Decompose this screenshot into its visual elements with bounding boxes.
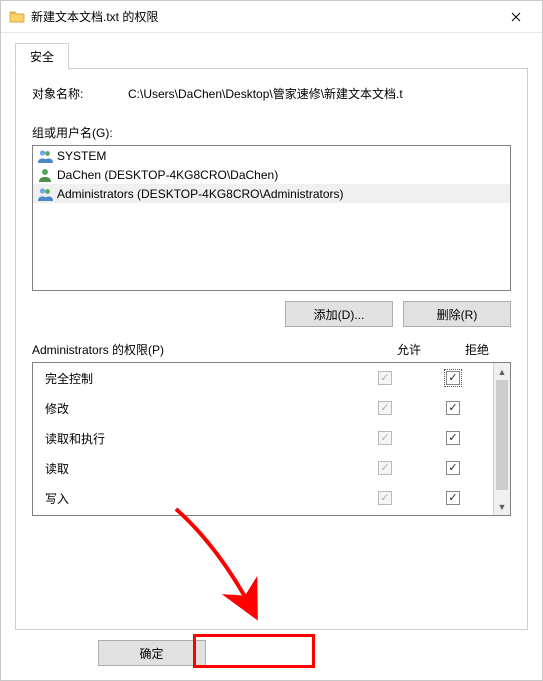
list-item[interactable]: SYSTEM [33,146,510,165]
group-icon [37,148,53,164]
client-area: 安全 对象名称: C:\Users\DaChen\Desktop\管家速修\新建… [1,33,542,680]
allow-checkbox [378,491,392,505]
allow-checkbox [378,431,392,445]
close-icon [511,12,521,22]
object-label: 对象名称: [32,85,128,102]
allow-col-header: 允许 [375,341,443,358]
permissions-dialog: 新建文本文档.txt 的权限 安全 对象名称: C:\Users\DaChen\… [0,0,543,681]
list-item[interactable]: DaChen (DESKTOP-4KG8CRO\DaChen) [33,165,510,184]
allow-checkbox [378,461,392,475]
allow-checkbox [378,401,392,415]
deny-checkbox[interactable] [446,461,460,475]
permission-row: 读取 [33,453,493,483]
permissions-box: 完全控制修改读取和执行读取写入 ▲ ▼ [32,362,511,516]
permission-name: 修改 [45,400,349,417]
tab-strip: 安全 [15,43,528,69]
list-item-label: SYSTEM [57,149,106,163]
scroll-up-icon[interactable]: ▲ [494,363,510,380]
scrollbar[interactable]: ▲ ▼ [493,363,510,515]
deny-col-header: 拒绝 [443,341,511,358]
group-buttons: 添加(D)... 删除(R) [32,301,511,327]
titlebar: 新建文本文档.txt 的权限 [1,1,542,33]
permissions-header: Administrators 的权限(P) 允许 拒绝 [32,341,511,358]
deny-checkbox[interactable] [446,371,460,385]
object-path: C:\Users\DaChen\Desktop\管家速修\新建文本文档.t [128,85,511,102]
permission-row: 写入 [33,483,493,513]
permissions-title: Administrators 的权限(P) [32,341,375,358]
groups-label: 组或用户名(G): [32,124,511,141]
permission-row: 读取和执行 [33,423,493,453]
group-icon [37,186,53,202]
footer: 确定 [15,630,528,666]
deny-checkbox[interactable] [446,431,460,445]
ok-button[interactable]: 确定 [98,640,206,666]
allow-checkbox [378,371,392,385]
permission-row: 修改 [33,393,493,423]
add-button[interactable]: 添加(D)... [285,301,393,327]
deny-checkbox[interactable] [446,401,460,415]
permission-row: 完全控制 [33,363,493,393]
permission-name: 完全控制 [45,370,349,387]
permission-name: 读取和执行 [45,430,349,447]
scroll-thumb[interactable] [496,380,508,490]
window-title: 新建文本文档.txt 的权限 [31,8,494,25]
list-item-label: DaChen (DESKTOP-4KG8CRO\DaChen) [57,168,278,182]
groups-listbox[interactable]: SYSTEM DaChen (DESKTOP-4KG8CRO\DaChen) Adm… [32,145,511,291]
list-item-label: Administrators (DESKTOP-4KG8CRO\Administ… [57,187,344,201]
object-row: 对象名称: C:\Users\DaChen\Desktop\管家速修\新建文本文… [32,85,511,102]
list-item[interactable]: Administrators (DESKTOP-4KG8CRO\Administ… [33,184,510,203]
tab-panel: 对象名称: C:\Users\DaChen\Desktop\管家速修\新建文本文… [15,68,528,630]
annotation-arrow [166,499,286,639]
permission-name: 读取 [45,460,349,477]
tab-security[interactable]: 安全 [15,43,69,70]
permissions-list: 完全控制修改读取和执行读取写入 [33,363,493,515]
close-button[interactable] [494,2,538,32]
remove-button[interactable]: 删除(R) [403,301,511,327]
ok-highlight-box [193,634,315,668]
folder-icon [9,9,25,25]
user-icon [37,167,53,183]
deny-checkbox[interactable] [446,491,460,505]
scroll-track[interactable] [494,380,510,498]
permission-name: 写入 [45,490,349,507]
scroll-down-icon[interactable]: ▼ [494,498,510,515]
